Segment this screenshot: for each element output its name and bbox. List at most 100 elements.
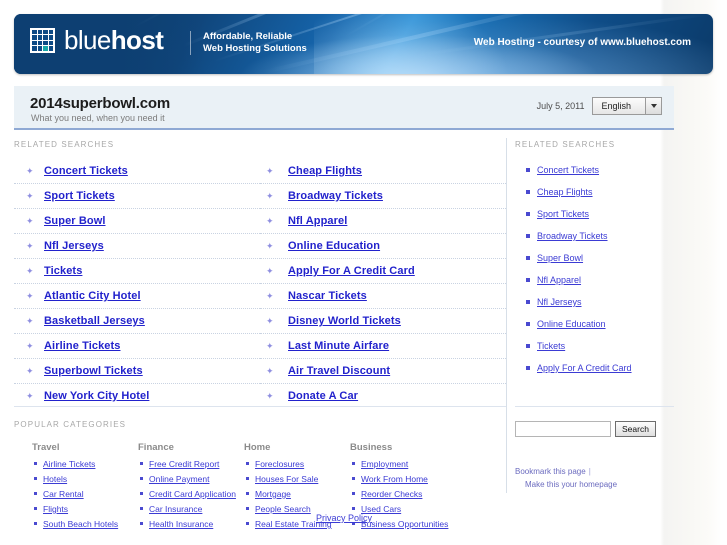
list-item[interactable]: Broadway Tickets [526, 231, 674, 242]
related-search-link[interactable]: Apply For A Credit Card [288, 265, 415, 277]
category-link[interactable]: Work From Home [361, 474, 428, 484]
category-link[interactable]: Free Credit Report [149, 459, 219, 469]
related-search-item[interactable]: ✦ Online Education [260, 240, 506, 259]
related-search-item[interactable]: ✦ Super Bowl [14, 215, 260, 234]
list-item[interactable]: Employment [352, 459, 456, 469]
related-search-link[interactable]: Basketball Jerseys [44, 315, 145, 327]
list-item[interactable]: Hotels [34, 474, 138, 484]
list-item[interactable]: Apply For A Credit Card [526, 363, 674, 374]
list-item[interactable]: Online Payment [140, 474, 244, 484]
sidebar-related-link[interactable]: Tickets [537, 341, 565, 351]
category-link[interactable]: Foreclosures [255, 459, 304, 469]
related-search-link[interactable]: Sport Tickets [44, 190, 115, 202]
list-item[interactable]: Free Credit Report [140, 459, 244, 469]
sidebar-related-link[interactable]: Sport Tickets [537, 209, 589, 219]
make-homepage-link[interactable]: Make this your homepage [525, 480, 617, 489]
related-search-link[interactable]: Concert Tickets [44, 165, 128, 177]
list-item[interactable]: Houses For Sale [246, 474, 350, 484]
related-search-item[interactable]: ✦ Concert Tickets [14, 165, 260, 184]
related-search-link[interactable]: Last Minute Airfare [288, 340, 389, 352]
related-search-link[interactable]: Nfl Apparel [288, 215, 347, 227]
related-search-link[interactable]: Broadway Tickets [288, 190, 383, 202]
page-root: bluehost Affordable, Reliable Web Hostin… [0, 0, 727, 545]
related-search-link[interactable]: Super Bowl [44, 215, 106, 227]
search-button[interactable]: Search [615, 421, 656, 437]
main-column: RELATED SEARCHES ✦ Concert Tickets ✦ Sport… [14, 140, 506, 529]
category-link[interactable]: Hotels [43, 474, 67, 484]
bookmark-page-link[interactable]: Bookmark this page [515, 467, 586, 476]
list-item[interactable]: Foreclosures [246, 459, 350, 469]
category-link[interactable]: Online Payment [149, 474, 209, 484]
sidebar-related-link[interactable]: Nfl Jerseys [537, 297, 582, 307]
related-search-item[interactable]: ✦ Nascar Tickets [260, 290, 506, 309]
bluehost-banner: bluehost Affordable, Reliable Web Hostin… [14, 14, 713, 74]
category-link[interactable]: Reorder Checks [361, 489, 422, 499]
list-item[interactable]: Car Rental [34, 489, 138, 499]
related-search-link[interactable]: Nascar Tickets [288, 290, 367, 302]
sparkle-icon: ✦ [26, 266, 34, 276]
related-search-item[interactable]: ✦ Basketball Jerseys [14, 315, 260, 334]
related-search-link[interactable]: Disney World Tickets [288, 315, 401, 327]
related-search-item[interactable]: ✦ Sport Tickets [14, 190, 260, 209]
related-search-item[interactable]: ✦ Nfl Jerseys [14, 240, 260, 259]
related-search-item[interactable]: ✦ Tickets [14, 265, 260, 284]
related-search-item[interactable]: ✦ Last Minute Airfare [260, 340, 506, 359]
list-item[interactable]: Tickets [526, 341, 674, 352]
related-search-link[interactable]: Cheap Flights [288, 165, 362, 177]
category-link[interactable]: Airline Tickets [43, 459, 95, 469]
list-item[interactable]: Online Education [526, 319, 674, 330]
sidebar-utility-links: Bookmark this page | Make this your homep… [515, 465, 674, 491]
list-item[interactable]: Nfl Apparel [526, 275, 674, 286]
list-item[interactable]: Mortgage [246, 489, 350, 499]
sparkle-icon: ✦ [26, 341, 34, 351]
sidebar-related-link[interactable]: Super Bowl [537, 253, 583, 263]
sidebar-related-link[interactable]: Cheap Flights [537, 187, 593, 197]
related-search-link[interactable]: Online Education [288, 240, 380, 252]
category-link[interactable]: Employment [361, 459, 408, 469]
related-search-link[interactable]: Superbowl Tickets [44, 365, 143, 377]
page-subtitle: What you need, when you need it [31, 113, 165, 123]
related-search-link[interactable]: New York City Hotel [44, 390, 149, 402]
related-search-item[interactable]: ✦ Disney World Tickets [260, 315, 506, 334]
sidebar-related-link[interactable]: Concert Tickets [537, 165, 599, 175]
category-link[interactable]: Credit Card Application [149, 489, 236, 499]
list-item[interactable]: Credit Card Application [140, 489, 244, 499]
sparkle-icon: ✦ [26, 291, 34, 301]
related-search-item[interactable]: ✦ Airline Tickets [14, 340, 260, 359]
related-search-link[interactable]: Tickets [44, 265, 82, 277]
list-item[interactable]: Work From Home [352, 474, 456, 484]
category-link[interactable]: Mortgage [255, 489, 291, 499]
sidebar-related-link[interactable]: Apply For A Credit Card [537, 363, 632, 373]
link-separator: | [588, 467, 591, 476]
bluehost-logo[interactable]: bluehost [30, 27, 164, 53]
related-search-item[interactable]: ✦ Broadway Tickets [260, 190, 506, 209]
category-link[interactable]: Houses For Sale [255, 474, 318, 484]
related-search-link[interactable]: Air Travel Discount [288, 365, 390, 377]
privacy-policy-link[interactable]: Privacy Policy [316, 513, 372, 523]
related-search-link[interactable]: Airline Tickets [44, 340, 121, 352]
related-search-link[interactable]: Atlantic City Hotel [44, 290, 141, 302]
sidebar-related-link[interactable]: Nfl Apparel [537, 275, 581, 285]
list-item[interactable]: Cheap Flights [526, 187, 674, 198]
sidebar-related-link[interactable]: Online Education [537, 319, 606, 329]
list-item[interactable]: Nfl Jerseys [526, 297, 674, 308]
related-search-item[interactable]: ✦ Cheap Flights [260, 165, 506, 184]
related-search-link[interactable]: Nfl Jerseys [44, 240, 104, 252]
related-search-item[interactable]: ✦ Atlantic City Hotel [14, 290, 260, 309]
sparkle-icon: ✦ [266, 166, 274, 176]
sidebar-related-link[interactable]: Broadway Tickets [537, 231, 608, 241]
sparkle-icon: ✦ [266, 241, 274, 251]
related-search-item[interactable]: ✦ Nfl Apparel [260, 215, 506, 234]
related-search-link[interactable]: Donate A Car [288, 390, 358, 402]
list-item[interactable]: Concert Tickets [526, 165, 674, 176]
language-select[interactable]: English [592, 97, 662, 115]
list-item[interactable]: Super Bowl [526, 253, 674, 264]
list-item[interactable]: Reorder Checks [352, 489, 456, 499]
list-item[interactable]: Sport Tickets [526, 209, 674, 220]
list-item[interactable]: Airline Tickets [34, 459, 138, 469]
category-link[interactable]: Car Rental [43, 489, 84, 499]
related-search-item[interactable]: ✦ Apply For A Credit Card [260, 265, 506, 284]
search-input[interactable] [515, 421, 611, 437]
related-search-item[interactable]: ✦ Air Travel Discount [260, 365, 506, 384]
related-search-item[interactable]: ✦ Superbowl Tickets [14, 365, 260, 384]
